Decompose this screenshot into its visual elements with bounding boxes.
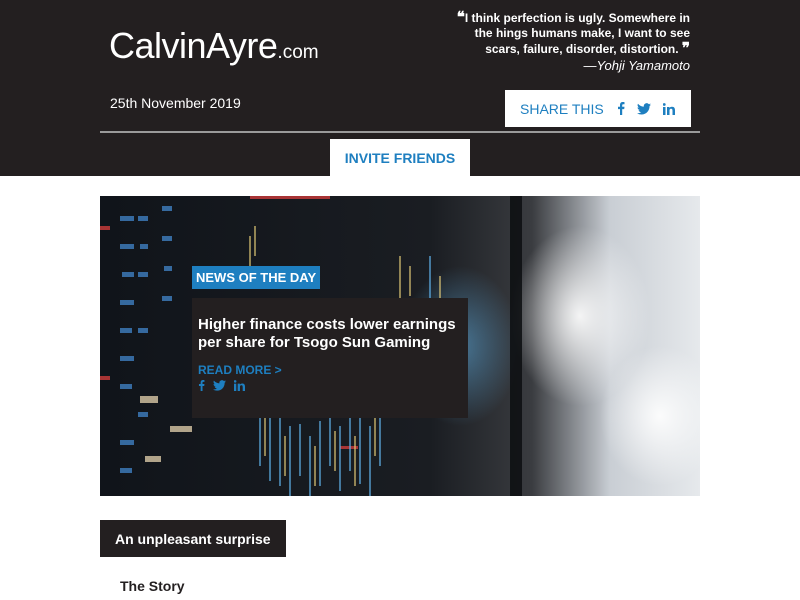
section-heading-tab: An unpleasant surprise — [100, 520, 286, 557]
news-card: Higher finance costs lower earnings per … — [192, 298, 468, 418]
issue-date: 25th November 2019 — [110, 95, 241, 111]
quote-text: I think perfection is ugly. Somewhere in… — [464, 11, 690, 56]
linkedin-icon[interactable] — [662, 102, 675, 115]
close-quote-icon: ❞ — [681, 39, 690, 57]
news-of-the-day-badge: NEWS OF THE DAY — [192, 266, 321, 289]
story-label: The Story — [120, 578, 185, 594]
facebook-icon[interactable] — [198, 380, 205, 391]
share-bar: SHARE THIS — [505, 90, 691, 127]
twitter-icon[interactable] — [636, 102, 651, 115]
header-divider — [100, 131, 700, 133]
site-logo[interactable]: CalvinAyre.com — [109, 26, 319, 73]
twitter-icon[interactable] — [213, 380, 226, 391]
news-headline[interactable]: Higher finance costs lower earnings per … — [198, 316, 462, 352]
facebook-icon[interactable] — [617, 102, 625, 115]
share-label: SHARE THIS — [520, 100, 604, 117]
open-quote-icon: ❝ — [456, 8, 465, 26]
news-share-icons — [198, 380, 462, 391]
logo-text: CalvinAyre — [109, 25, 278, 66]
logo-suffix: .com — [277, 42, 319, 63]
invite-friends-button[interactable]: INVITE FRIENDS — [330, 139, 470, 176]
email-header: CalvinAyre.com ❝I think perfection is ug… — [0, 0, 800, 176]
hero-banner: NEWS OF THE DAY Higher finance costs low… — [100, 196, 700, 496]
linkedin-icon[interactable] — [234, 380, 245, 391]
header-quote: ❝I think perfection is ugly. Somewhere i… — [440, 8, 690, 74]
read-more-link[interactable]: READ MORE > — [198, 363, 462, 377]
quote-author: —Yohji Yamamoto — [583, 58, 690, 73]
